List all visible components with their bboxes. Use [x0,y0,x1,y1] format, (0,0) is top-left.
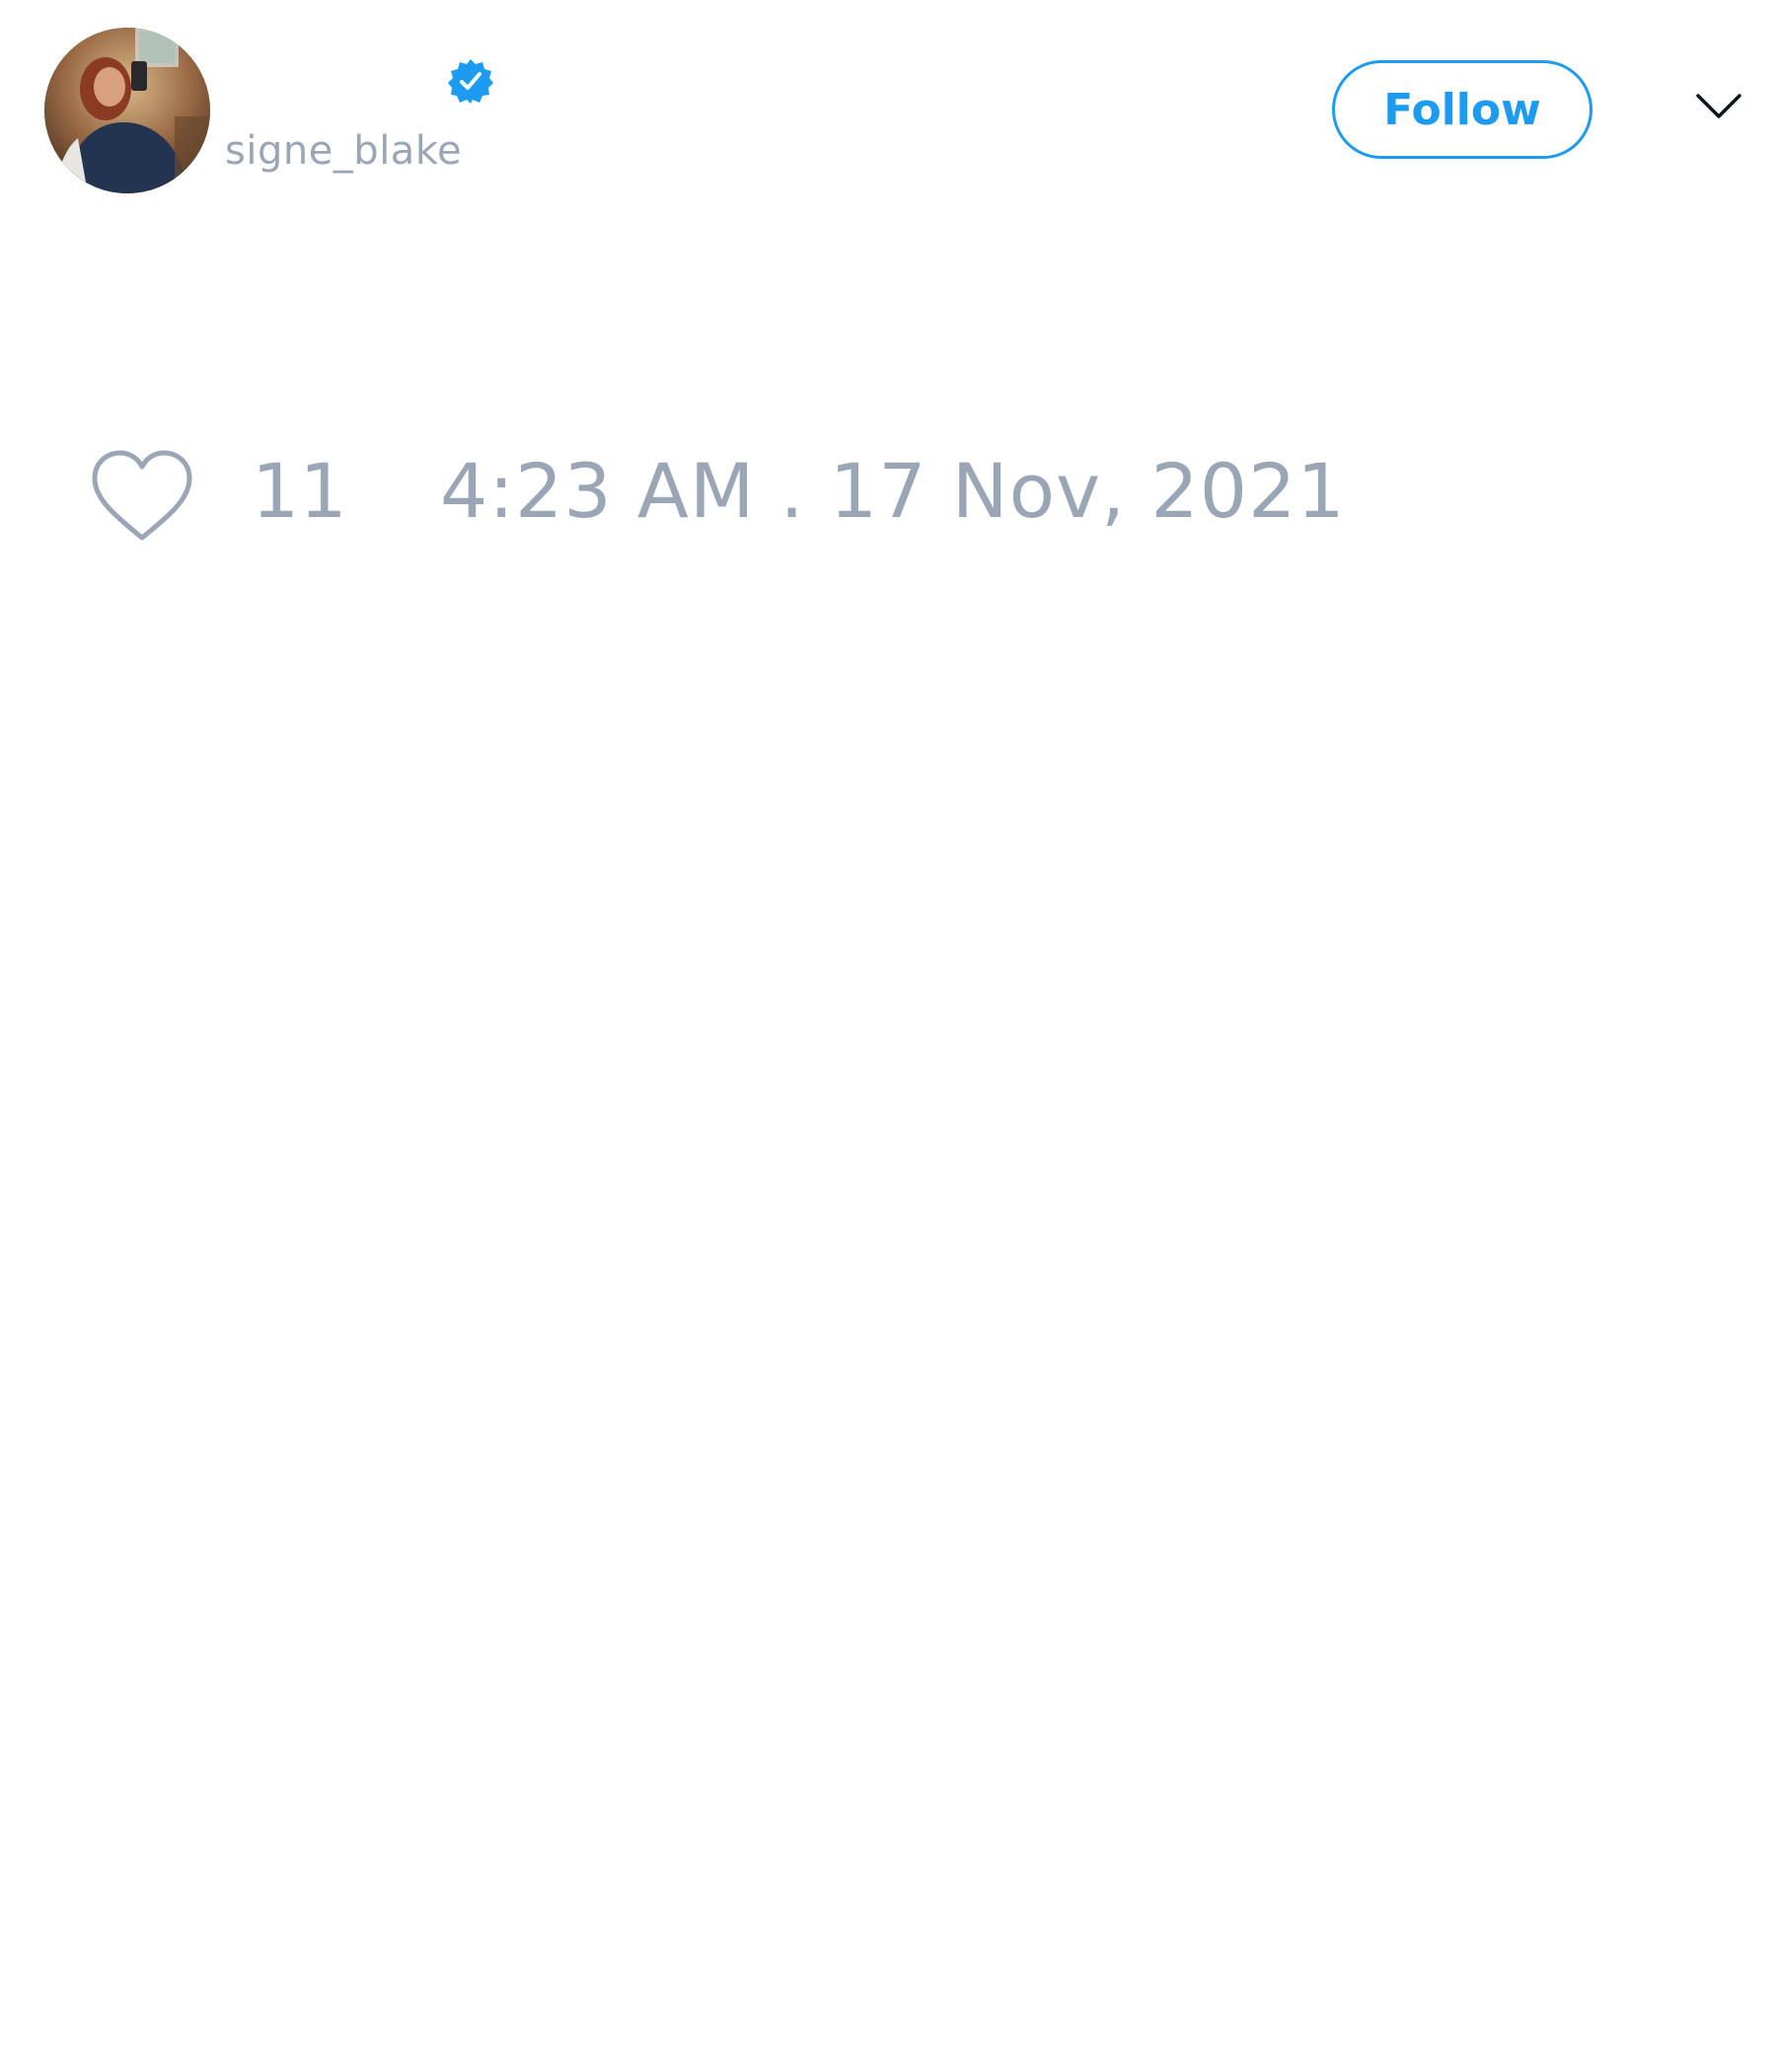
heart-outline-icon[interactable] [89,449,195,544]
tweet-header: signe_blake Follow [0,0,1776,217]
avatar[interactable] [44,28,210,193]
tweet-timestamp[interactable]: 4:23 AM . 17 Nov, 2021 [440,454,1346,529]
tweet-embed: signe_blake Follow 11 4:23 AM . 17 Nov, … [0,0,1776,2072]
follow-button[interactable]: Follow [1332,60,1592,159]
verified-badge-icon [447,57,494,105]
avatar-photo [44,28,210,193]
like-count: 11 [252,447,347,535]
user-handle[interactable]: signe_blake [225,128,462,174]
tweet-actions: 11 4:23 AM . 17 Nov, 2021 [0,434,1776,553]
chevron-down-icon[interactable] [1695,92,1742,121]
